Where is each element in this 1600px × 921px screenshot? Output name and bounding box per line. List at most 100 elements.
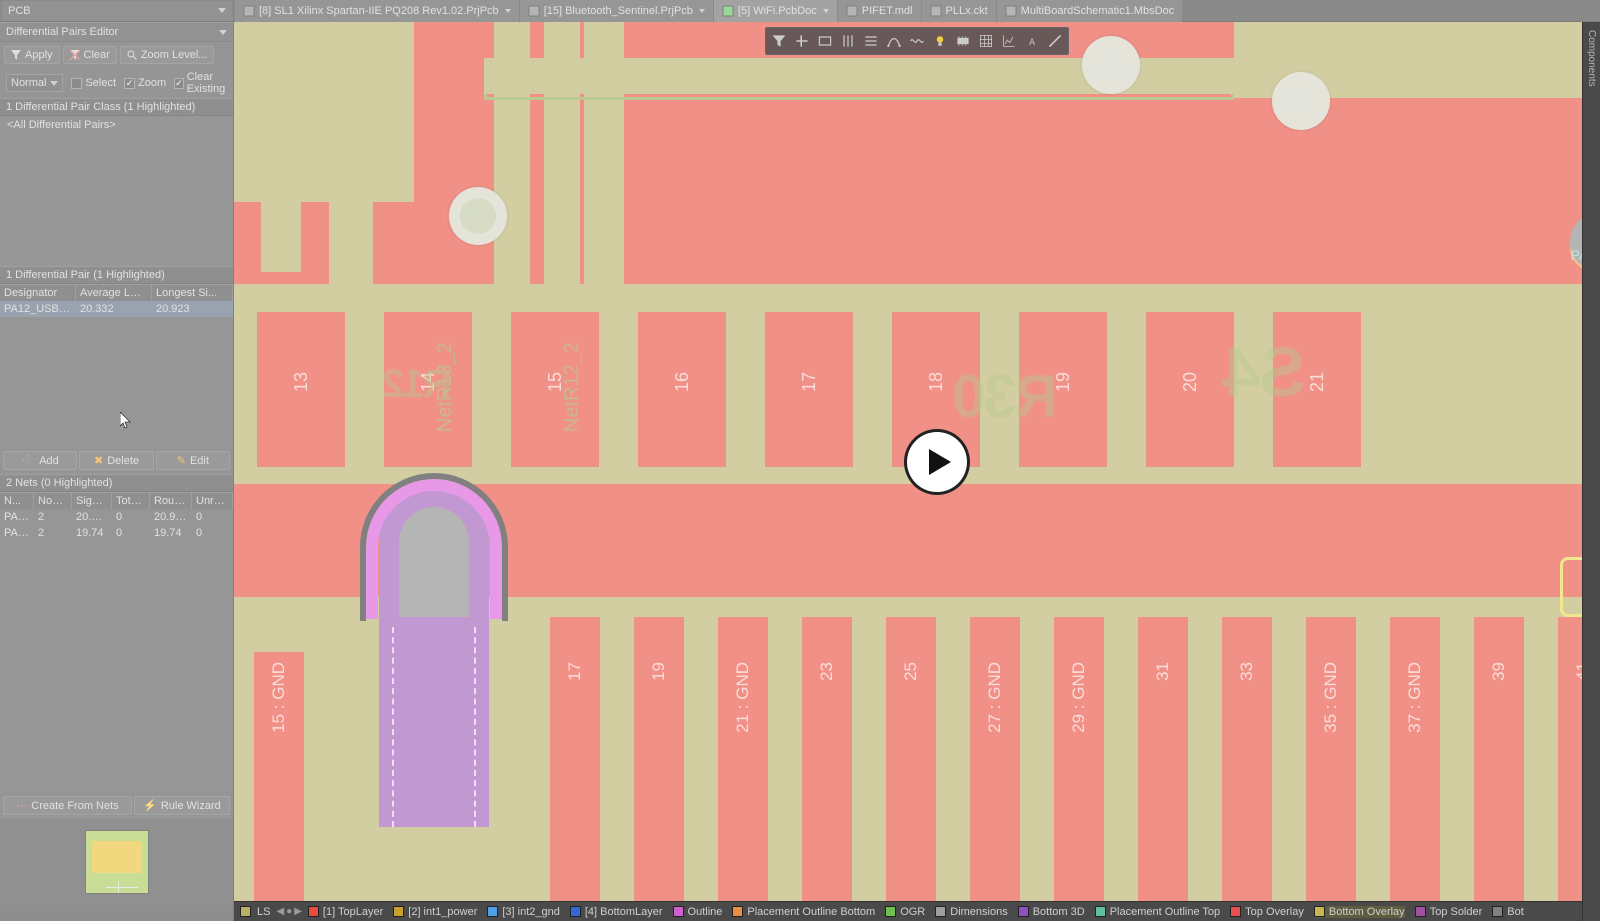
line-icon: [1047, 33, 1063, 49]
rect-button[interactable]: [815, 31, 835, 51]
clear-existing-checkbox[interactable]: [174, 78, 184, 89]
layer-set-label[interactable]: LS: [257, 906, 270, 918]
layer-chip[interactable]: Bot: [1492, 906, 1524, 918]
text-icon: A: [1024, 33, 1040, 49]
pad: [634, 617, 684, 901]
layer-chip[interactable]: [1] TopLayer: [308, 906, 383, 918]
layer-chip[interactable]: Placement Outline Bottom: [732, 906, 875, 918]
align-h-button[interactable]: [861, 31, 881, 51]
select-checkbox[interactable]: [71, 78, 82, 89]
document-tab[interactable]: PLLx.ckt: [922, 0, 996, 22]
canvas-toolbar: A: [765, 27, 1069, 55]
route-icon: [886, 33, 902, 49]
class-item[interactable]: <All Differential Pairs>: [4, 118, 229, 132]
chevron-down-icon: [219, 30, 227, 35]
pad-label: 25: [901, 662, 921, 681]
document-tab[interactable]: PIFET.mdl: [838, 0, 921, 22]
route-button[interactable]: [884, 31, 904, 51]
layer-chip[interactable]: Bottom 3D: [1018, 906, 1085, 918]
sidecar-label: Components: [1586, 30, 1597, 87]
delete-button[interactable]: ✖Delete: [79, 451, 153, 470]
pairs-row[interactable]: PA12_USB_D 20.332 20.923: [0, 301, 233, 317]
zoom-checkbox[interactable]: [124, 78, 135, 89]
file-icon: [1005, 5, 1017, 17]
pad-label: 33: [1237, 662, 1257, 681]
text-button[interactable]: A: [1022, 31, 1042, 51]
layer-chip[interactable]: OGR: [885, 906, 925, 918]
mode-dropdown[interactable]: Normal: [6, 74, 63, 92]
wave-button[interactable]: [907, 31, 927, 51]
pair-buttons: ➕Add ✖Delete ✎Edit: [0, 447, 233, 474]
panel-dropdown-label: PCB: [8, 5, 31, 17]
swatch-icon: [673, 906, 684, 917]
plus-button[interactable]: [792, 31, 812, 51]
pcb-canvas[interactable]: 131415161718192021NetR13_2NetR12_2 15 : …: [234, 22, 1600, 921]
layer-chip[interactable]: Placement Outline Top: [1095, 906, 1220, 918]
pad-label: 19: [649, 662, 669, 681]
create-from-nets-button[interactable]: ⋯Create From Nets: [3, 796, 132, 815]
document-tab[interactable]: [15] Bluetooth_Sentinel.PrjPcb: [520, 0, 713, 22]
board-thumb: [85, 830, 149, 894]
document-tab[interactable]: [5] WiFi.PcbDoc: [714, 0, 837, 22]
swatch-icon: [1230, 906, 1241, 917]
component-button[interactable]: [953, 31, 973, 51]
rule-wizard-button[interactable]: ⚡Rule Wizard: [134, 796, 230, 815]
layer-chip[interactable]: [4] BottomLayer: [570, 906, 663, 918]
pad: [886, 617, 936, 901]
layer-chip[interactable]: Top Overlay: [1230, 906, 1304, 918]
clear-button[interactable]: Clear: [63, 46, 117, 64]
pad-label: 18: [926, 372, 947, 392]
document-tab[interactable]: [8] SL1 Xilinx Spartan-IIE PQ208 Rev1.02…: [235, 0, 519, 22]
pad-label: 31: [1153, 662, 1173, 681]
grid-button[interactable]: [976, 31, 996, 51]
editor-title: Differential Pairs Editor: [6, 26, 118, 38]
document-tab[interactable]: MultiBoardSchematic1.MbsDoc: [997, 0, 1182, 22]
editor-title-dropdown[interactable]: Differential Pairs Editor: [0, 22, 233, 42]
chevron-down-icon: [50, 81, 58, 86]
bulb-button[interactable]: [930, 31, 950, 51]
filter-button[interactable]: [769, 31, 789, 51]
rect-icon: [817, 33, 833, 49]
pad: [1054, 617, 1104, 901]
graph-button[interactable]: [999, 31, 1019, 51]
pad-label: 17: [799, 372, 820, 392]
pad-label: 21: [1307, 372, 1328, 392]
nets-row[interactable]: PA12_220.923020.9240: [0, 509, 233, 525]
layers-bar: LS ◀●▶ [1] TopLayer [2] int1_power [3] int…: [234, 901, 1600, 921]
zoom-button[interactable]: Zoom Level...: [120, 46, 215, 64]
swatch-icon: [570, 906, 581, 917]
apply-button[interactable]: Apply: [4, 46, 60, 64]
swatch-icon: [1314, 906, 1325, 917]
layer-chip[interactable]: Bottom Overlay: [1314, 906, 1405, 918]
add-button[interactable]: ➕Add: [3, 451, 77, 470]
components-panel-tab[interactable]: Components: [1582, 22, 1600, 921]
swatch-icon: [1018, 906, 1029, 917]
panel-dropdown[interactable]: PCB: [2, 1, 232, 21]
layer-chip[interactable]: Top Solder: [1415, 906, 1483, 918]
nets-table-header: N... Node ... Signa... Total ... Route..…: [0, 492, 233, 509]
chevron-down-icon: [699, 9, 705, 13]
swatch-icon: [308, 906, 319, 917]
nets-row[interactable]: PA12_219.74019.740: [0, 525, 233, 541]
align-v-button[interactable]: [838, 31, 858, 51]
swatch-icon: [393, 906, 404, 917]
plus-icon: [794, 33, 810, 49]
funnel-clear-icon: [70, 50, 80, 60]
layer-chip[interactable]: [3] int2_gnd: [487, 906, 560, 918]
board-preview[interactable]: [0, 819, 233, 905]
layer-chip[interactable]: [2] int1_power: [393, 906, 477, 918]
play-button[interactable]: [907, 432, 967, 492]
layer-chip[interactable]: Outline: [673, 906, 723, 918]
chevron-down-icon: [823, 9, 829, 13]
swatch-icon: [935, 906, 946, 917]
layer-chip[interactable]: Dimensions: [935, 906, 1007, 918]
pairs-table-header: Designator Average Leng... Longest Si...: [0, 284, 233, 301]
file-icon: [243, 5, 255, 17]
line-button[interactable]: [1045, 31, 1065, 51]
panel-toolbar: Apply Clear Zoom Level...: [0, 42, 233, 68]
edit-button[interactable]: ✎Edit: [156, 451, 230, 470]
silk-label: R12: [384, 362, 451, 407]
tab-bar: PCB [8] SL1 Xilinx Spartan-IIE PQ208 Rev…: [0, 0, 1600, 22]
left-panel: Differential Pairs Editor Apply Clear Zo…: [0, 22, 234, 921]
layer-nav[interactable]: ◀●▶: [276, 906, 301, 917]
